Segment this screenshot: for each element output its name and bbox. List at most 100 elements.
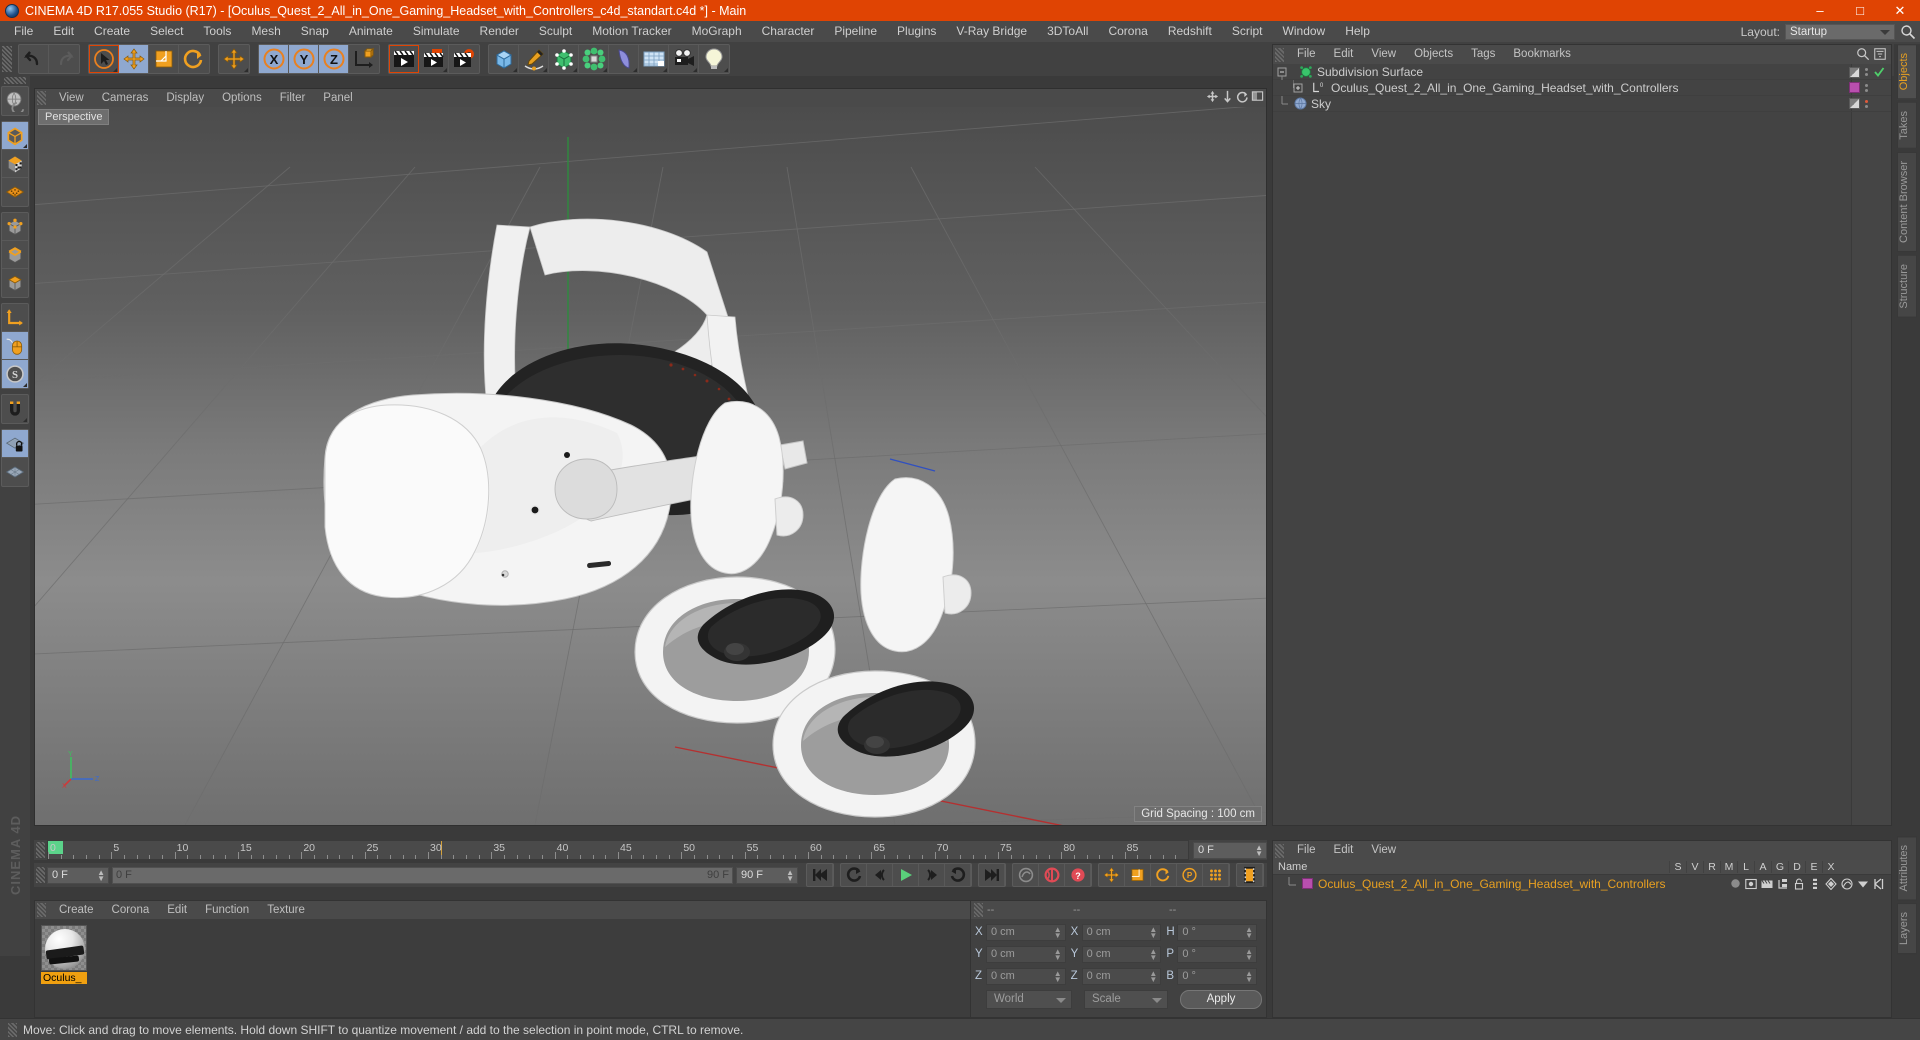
undo-icon[interactable]	[19, 45, 49, 73]
step-forward-icon[interactable]	[919, 864, 945, 886]
size-z-field[interactable]: 0 cm ▲ ▼	[1081, 967, 1162, 985]
redo-icon[interactable]	[49, 45, 79, 73]
lock-toggle-icon[interactable]	[1793, 878, 1805, 890]
cube-primitive-icon[interactable]	[489, 45, 519, 73]
array-icon[interactable]	[579, 45, 609, 73]
apply-button[interactable]: Apply	[1180, 989, 1262, 1009]
workplane-grid-icon[interactable]	[2, 458, 28, 486]
status-bar-grip[interactable]	[8, 1022, 17, 1037]
material-manager-grip[interactable]	[37, 903, 46, 917]
layer-row[interactable]: Oculus_Quest_2_All_in_One_Gaming_Headset…	[1273, 875, 1891, 892]
stepper-icon[interactable]: ▲ ▼	[1054, 925, 1062, 939]
layer-column-m[interactable]: M	[1720, 861, 1737, 873]
stepper-icon[interactable]: ▲ ▼	[1054, 969, 1062, 983]
display-tag-icon[interactable]	[1849, 98, 1860, 109]
layer-menu-edit[interactable]: Edit	[1325, 841, 1363, 860]
side-tab-layers[interactable]: Layers	[1897, 903, 1917, 955]
layer-column-x[interactable]: X	[1822, 861, 1839, 873]
close-button[interactable]: ✕	[1880, 0, 1920, 21]
timeline-filmstrip-icon[interactable]	[1237, 864, 1263, 886]
spline-pen-icon[interactable]	[519, 45, 549, 73]
viewport-menu-display[interactable]: Display	[157, 89, 213, 107]
viewport-menu-cameras[interactable]: Cameras	[93, 89, 158, 107]
search-icon[interactable]	[1900, 24, 1916, 40]
record-keyframe-icon[interactable]	[1039, 864, 1065, 886]
stepper-icon[interactable]: ▲ ▼	[1149, 969, 1157, 983]
range-start-field[interactable]: 0 F ▲ ▼	[47, 866, 109, 884]
side-tab-attributes[interactable]: Attributes	[1897, 836, 1917, 901]
go-to-end-icon[interactable]	[979, 864, 1005, 886]
step-back-icon[interactable]	[867, 864, 893, 886]
display-tag-icon[interactable]	[1849, 66, 1860, 78]
material-swatch[interactable]: Oculus_	[41, 925, 87, 984]
deformer-toggle-icon[interactable]	[1841, 877, 1853, 890]
menu-item-mesh[interactable]: Mesh	[241, 21, 290, 42]
material-tag-icon[interactable]	[1849, 82, 1860, 93]
polygon-grid-icon[interactable]	[2, 178, 28, 206]
layer-menu-file[interactable]: File	[1288, 841, 1325, 860]
menu-item-plugins[interactable]: Plugins	[887, 21, 946, 42]
layer-color-swatch[interactable]	[1302, 878, 1313, 889]
world-object-axis-icon[interactable]	[349, 45, 379, 73]
material-menu-edit[interactable]: Edit	[158, 901, 196, 919]
object-manager-grip[interactable]	[1275, 47, 1284, 62]
object-axis-icon[interactable]	[2, 304, 28, 332]
rotation-p-field[interactable]: 0 ° ▲ ▼	[1177, 945, 1258, 963]
object-search-icon[interactable]	[1856, 47, 1870, 61]
render-region-icon[interactable]	[419, 45, 449, 73]
camera-icon[interactable]	[669, 45, 699, 73]
layer-column-d[interactable]: D	[1788, 861, 1805, 873]
tree-expand-icon[interactable]	[1277, 64, 1299, 80]
lock-workplane-icon[interactable]	[2, 430, 28, 458]
menu-item-pipeline[interactable]: Pipeline	[824, 21, 887, 42]
layer-manager-grip[interactable]	[1275, 843, 1284, 858]
material-menu-function[interactable]: Function	[196, 901, 258, 919]
light-icon[interactable]	[699, 45, 729, 73]
viewport-menu-panel[interactable]: Panel	[314, 89, 361, 107]
layer-column-e[interactable]: E	[1805, 861, 1822, 873]
stepper-icon[interactable]: ▲ ▼	[1054, 947, 1062, 961]
menu-item-render[interactable]: Render	[470, 21, 529, 42]
visible-toggle-icon[interactable]	[1745, 878, 1757, 890]
key-rotation-icon[interactable]	[1151, 864, 1177, 886]
render-toggle-icon[interactable]	[1761, 878, 1773, 890]
autokey-icon[interactable]	[1013, 864, 1039, 886]
stepper-icon[interactable]: ▲ ▼	[1149, 947, 1157, 961]
menu-item-redshift[interactable]: Redshift	[1158, 21, 1222, 42]
menu-item-edit[interactable]: Edit	[43, 21, 84, 42]
layout-dropdown[interactable]: Startup	[1785, 23, 1895, 40]
timeline-grip[interactable]	[36, 842, 45, 858]
side-tab-objects[interactable]: Objects	[1897, 44, 1917, 100]
xpresso-toggle-icon[interactable]	[1873, 878, 1885, 890]
minimize-button[interactable]: –	[1800, 0, 1840, 21]
stepper-icon[interactable]: ▲ ▼	[1255, 843, 1263, 857]
stepper-icon[interactable]: ▲ ▼	[1245, 947, 1253, 961]
stepper-icon[interactable]: ▲ ▼	[97, 868, 105, 882]
layer-column-l[interactable]: L	[1737, 861, 1754, 873]
point-level-animation-icon[interactable]	[1203, 864, 1229, 886]
layer-column-r[interactable]: R	[1703, 861, 1720, 873]
scene-floor-icon[interactable]	[639, 45, 669, 73]
material-name[interactable]: Oculus_	[41, 972, 87, 984]
left-toolbar-grip[interactable]	[4, 77, 26, 84]
workplane-icon[interactable]: S	[2, 360, 28, 388]
render-view-icon[interactable]	[389, 45, 419, 73]
menu-item-mograph[interactable]: MoGraph	[682, 21, 752, 42]
menu-item-3dtoall[interactable]: 3DToAll	[1037, 21, 1098, 42]
layer-column-a[interactable]: A	[1754, 861, 1771, 873]
stepper-icon[interactable]: ▲ ▼	[1245, 969, 1253, 983]
key-parameter-icon[interactable]: P	[1177, 864, 1203, 886]
expression-toggle-icon[interactable]	[1857, 878, 1869, 890]
menu-item-create[interactable]: Create	[84, 21, 140, 42]
side-tab-takes[interactable]: Takes	[1897, 102, 1917, 150]
stepper-icon[interactable]: ▲ ▼	[1149, 925, 1157, 939]
size-y-field[interactable]: 0 cm ▲ ▼	[1081, 945, 1162, 963]
go-to-start-icon[interactable]	[807, 864, 833, 886]
rotate-view-icon[interactable]	[1236, 90, 1249, 104]
coordinates-grip[interactable]	[974, 903, 983, 917]
tree-expand-icon[interactable]	[1293, 79, 1311, 96]
position-x-field[interactable]: 0 cm ▲ ▼	[986, 923, 1066, 941]
menu-item-select[interactable]: Select	[140, 21, 193, 42]
timeline-current-frame-field[interactable]: 0 F ▲ ▼	[1193, 841, 1267, 859]
toolbar-grip[interactable]	[2, 46, 12, 72]
